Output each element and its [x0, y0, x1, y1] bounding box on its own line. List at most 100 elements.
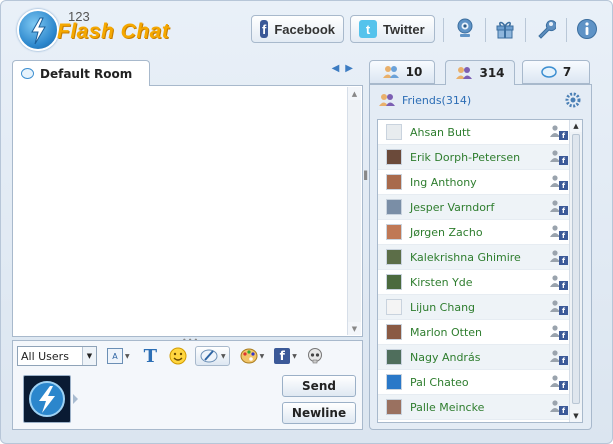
- list-item[interactable]: Kalekrishna Ghimire f: [378, 245, 570, 270]
- twitter-button[interactable]: t Twitter: [350, 15, 435, 43]
- tab-friends[interactable]: 314: [445, 60, 515, 85]
- user-avatar: [386, 399, 402, 415]
- avatar-expand-arrow[interactable]: [73, 394, 78, 404]
- list-item[interactable]: Jørgen Zacho f: [378, 220, 570, 245]
- palette-icon: [240, 348, 258, 364]
- chat-scrollbar[interactable]: ▲ ▼: [347, 87, 361, 335]
- list-item[interactable]: Palle Meincke f: [378, 395, 570, 420]
- list-item[interactable]: Jesper Varndorf f: [378, 195, 570, 220]
- list-item[interactable]: Erik Dorph-Petersen f: [378, 145, 570, 170]
- user-filter-value: All Users: [21, 349, 69, 363]
- tab-users[interactable]: 10: [369, 60, 435, 84]
- facebook-user-icon: f: [550, 324, 568, 340]
- user-avatar: [386, 199, 402, 215]
- scroll-down-arrow[interactable]: ▼: [570, 410, 582, 422]
- chevron-down-icon: ▼: [125, 352, 130, 360]
- user-name: Erik Dorph-Petersen: [410, 150, 521, 164]
- user-name: Marlon Otten: [410, 325, 483, 339]
- facebook-share-tool[interactable]: f ▼: [274, 346, 297, 366]
- skull-tool[interactable]: [307, 346, 323, 366]
- user-name: Ing Anthony: [410, 175, 477, 189]
- webcam-icon[interactable]: [451, 15, 479, 43]
- scroll-down-arrow[interactable]: ▼: [348, 322, 361, 335]
- facebook-user-icon: f: [550, 399, 568, 415]
- facebook-user-icon: f: [550, 174, 568, 190]
- text-t-icon: T: [143, 345, 158, 367]
- list-item[interactable]: Ahsan Butt f: [378, 120, 570, 145]
- facebook-user-icon: f: [550, 299, 568, 315]
- tab-private-chats[interactable]: 7: [522, 60, 590, 84]
- twitter-label: Twitter: [383, 21, 425, 37]
- newline-button[interactable]: Newline: [282, 402, 356, 424]
- facebook-icon: f: [274, 348, 291, 364]
- smiley-icon: [169, 347, 187, 365]
- facebook-icon: f: [260, 20, 269, 38]
- scroll-up-arrow[interactable]: ▲: [348, 87, 361, 100]
- message-input-area: All Users ▼ A ▼ T ▼ ▼ f ▼ Send Newline: [12, 340, 363, 430]
- bubble-style-tool[interactable]: ▼: [195, 346, 230, 366]
- scroll-thumb[interactable]: [572, 134, 580, 404]
- facebook-user-icon: f: [550, 249, 568, 265]
- prev-room-arrow[interactable]: ◀: [332, 63, 346, 74]
- skull-icon: [307, 348, 322, 364]
- tab-friends-count: 314: [479, 66, 505, 80]
- font-size-tool[interactable]: A ▼: [107, 346, 130, 366]
- user-avatar: [386, 374, 402, 390]
- next-room-arrow[interactable]: ▶: [345, 63, 359, 74]
- user-name: Jesper Varndorf: [410, 200, 495, 214]
- facebook-button[interactable]: f Facebook: [251, 15, 344, 43]
- user-avatar: [386, 149, 402, 165]
- list-item[interactable]: Marlon Otten f: [378, 320, 570, 345]
- friends-scrollbar[interactable]: ▲ ▼: [569, 120, 582, 422]
- users-panel: 10 314 7 Friends(314) Palle Meincke f Pa…: [369, 60, 592, 430]
- chevron-down-icon: ▼: [221, 352, 226, 360]
- user-name: Ahsan Butt: [410, 125, 471, 139]
- header: 123 Flash Chat f Facebook t Twitter: [1, 1, 612, 56]
- list-item[interactable]: Ing Anthony f: [378, 170, 570, 195]
- send-button[interactable]: Send: [282, 375, 356, 397]
- user-name: Kalekrishna Ghimire: [410, 250, 521, 264]
- list-item[interactable]: Pal Chateo f: [378, 370, 570, 395]
- gift-icon[interactable]: [491, 15, 519, 43]
- chat-window: 123 Flash Chat f Facebook t Twitter Defa…: [0, 0, 613, 444]
- logo-text: Flash Chat: [57, 20, 170, 43]
- friends-icon: [379, 93, 395, 107]
- scroll-up-arrow[interactable]: ▲: [570, 120, 582, 132]
- user-filter-select[interactable]: All Users ▼: [17, 346, 97, 366]
- header-divider: [443, 18, 444, 42]
- list-item[interactable]: Lijun Chang f: [378, 295, 570, 320]
- friends-header: Friends(314): [379, 93, 471, 107]
- tab-users-count: 10: [405, 65, 423, 79]
- color-palette-tool[interactable]: ▼: [240, 346, 264, 366]
- info-icon[interactable]: [573, 15, 601, 43]
- facebook-user-icon: f: [550, 149, 568, 165]
- logo-icon: [17, 9, 59, 51]
- list-item[interactable]: Nagy András f: [378, 345, 570, 370]
- chat-message-area: ▲ ▼: [12, 85, 363, 337]
- panel-collapse-handle[interactable]: ▐: [361, 171, 367, 191]
- user-name: Jørgen Zacho: [410, 225, 483, 239]
- list-item[interactable]: Kirsten Yde f: [378, 270, 570, 295]
- header-divider: [525, 18, 526, 42]
- chevron-down-icon: ▼: [82, 347, 96, 365]
- chat-bubble-icon: [541, 65, 557, 79]
- font-box-icon: A: [107, 348, 123, 364]
- user-name: Pal Chateo: [410, 375, 469, 389]
- input-toolbar: All Users ▼ A ▼ T ▼ ▼ f ▼: [17, 345, 358, 367]
- facebook-user-icon: f: [550, 374, 568, 390]
- wrench-icon[interactable]: [532, 15, 560, 43]
- emoticon-tool[interactable]: [169, 346, 187, 366]
- facebook-user-icon: f: [550, 274, 568, 290]
- room-nav: ◀▶: [332, 63, 359, 74]
- tab-default-room[interactable]: Default Room: [12, 60, 150, 86]
- header-divider: [485, 18, 486, 42]
- gear-icon[interactable]: [565, 92, 581, 111]
- twitter-icon: t: [359, 20, 377, 38]
- facebook-user-icon: f: [550, 124, 568, 140]
- text-style-tool[interactable]: T: [143, 345, 158, 367]
- user-avatar: [386, 299, 402, 315]
- avatar[interactable]: [23, 375, 71, 423]
- chat-bubble-icon: [21, 68, 34, 79]
- user-avatar: [386, 324, 402, 340]
- user-avatar: [386, 349, 402, 365]
